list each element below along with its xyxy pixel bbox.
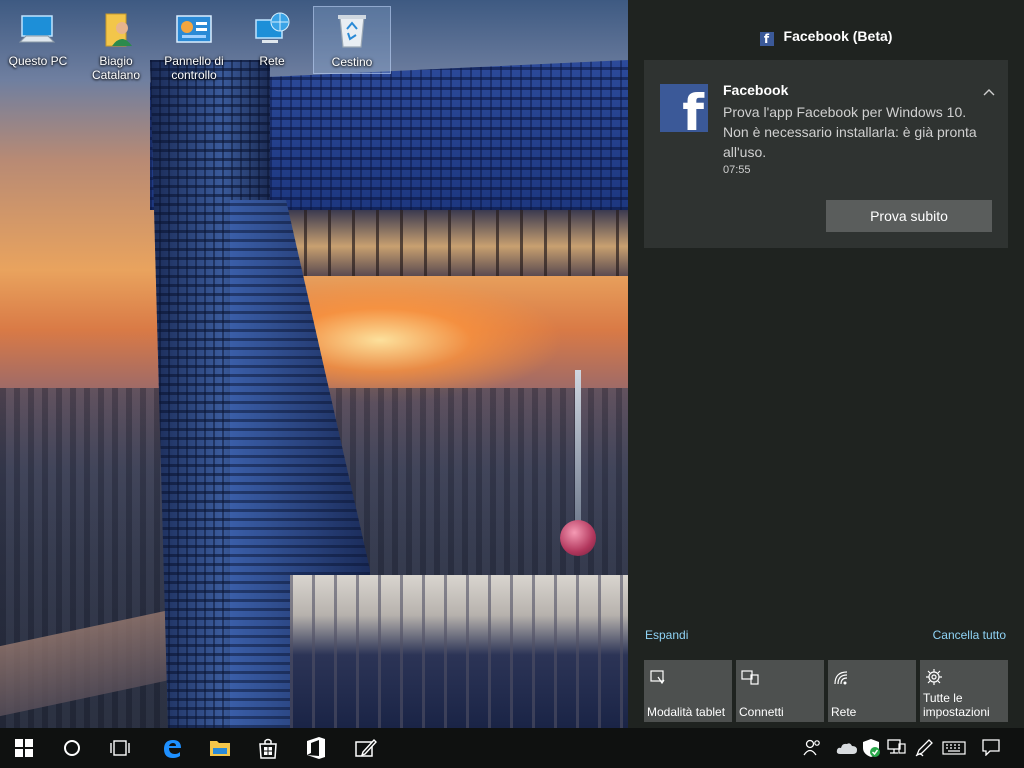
notification-group-title: Facebook (Beta) bbox=[783, 28, 893, 44]
user-folder-icon bbox=[96, 10, 136, 50]
desktop-icon-user-folder[interactable]: Biagio Catalano bbox=[78, 6, 154, 96]
notification-group-header[interactable]: f Facebook (Beta) bbox=[628, 28, 1024, 46]
start-icon bbox=[15, 739, 33, 757]
facebook-notification-card[interactable]: f Facebook Prova l'app Facebook per Wind… bbox=[644, 60, 1008, 248]
people-button[interactable] bbox=[802, 738, 824, 758]
facebook-logo-icon: f bbox=[660, 84, 708, 132]
store-icon bbox=[259, 738, 277, 759]
desktop-wallpaper bbox=[0, 0, 628, 728]
wallpaper-tv-tower bbox=[575, 370, 581, 540]
network-icon bbox=[833, 668, 851, 686]
edge-icon bbox=[164, 740, 181, 758]
chevron-up-icon[interactable] bbox=[982, 86, 996, 100]
network-globe-icon bbox=[252, 10, 292, 50]
network-status-button[interactable] bbox=[886, 738, 908, 758]
store-button[interactable] bbox=[244, 728, 292, 768]
desktop-icon-recycle-bin[interactable]: Cestino bbox=[313, 6, 391, 74]
control-panel-icon bbox=[174, 10, 214, 50]
defender-icon bbox=[863, 739, 880, 757]
wallpaper-tv-tower-sphere bbox=[560, 520, 596, 556]
tablet-mode-icon bbox=[649, 668, 667, 686]
onedrive-icon bbox=[836, 743, 857, 754]
notification-body: Prova l'app Facebook per Windows 10. Non… bbox=[723, 104, 977, 160]
edge-button[interactable] bbox=[148, 728, 196, 768]
quick-action-all-settings[interactable]: Tutte le impostazioni bbox=[920, 660, 1008, 722]
desktop-icon-control-panel[interactable]: Pannello di controllo bbox=[156, 6, 232, 96]
cortana-icon bbox=[64, 740, 80, 756]
keyboard-icon bbox=[942, 741, 966, 755]
desktop-icon-network[interactable]: Rete bbox=[234, 6, 310, 96]
recycle-bin-icon bbox=[332, 11, 372, 51]
windows-ink-button[interactable] bbox=[914, 738, 936, 758]
notification-title: Facebook bbox=[723, 82, 789, 98]
quick-action-label: Connetti bbox=[739, 705, 784, 719]
quick-action-label: Modalità tablet bbox=[647, 705, 726, 719]
task-view-button[interactable] bbox=[96, 728, 144, 768]
office-button[interactable] bbox=[292, 728, 340, 768]
settings-gear-icon bbox=[925, 668, 943, 686]
onedrive-button[interactable] bbox=[836, 738, 858, 758]
quick-action-tablet-mode[interactable]: Modalità tablet bbox=[644, 660, 732, 722]
action-center-icon bbox=[982, 739, 1000, 757]
start-button[interactable] bbox=[0, 728, 48, 768]
network-icon bbox=[887, 739, 906, 754]
office-icon bbox=[307, 737, 325, 759]
notification-time: 07:55 bbox=[723, 164, 751, 176]
pen-icon bbox=[915, 739, 933, 757]
cortana-button[interactable] bbox=[48, 728, 96, 768]
people-icon bbox=[803, 739, 820, 756]
file-explorer-button[interactable] bbox=[196, 728, 244, 768]
windows-defender-button[interactable] bbox=[862, 738, 884, 758]
action-center-button[interactable] bbox=[982, 738, 1004, 758]
quick-action-label: Tutte le impostazioni bbox=[923, 691, 990, 719]
quick-action-network[interactable]: Rete bbox=[828, 660, 916, 722]
touch-keyboard-button[interactable] bbox=[942, 738, 968, 758]
quick-action-label: Rete bbox=[831, 705, 857, 719]
ink-workspace-button[interactable] bbox=[342, 728, 390, 768]
try-now-button[interactable]: Prova subito bbox=[826, 200, 992, 232]
ink-workspace-icon bbox=[355, 738, 377, 757]
quick-action-connect[interactable]: Connetti bbox=[736, 660, 824, 722]
expand-link[interactable]: Espandi bbox=[645, 628, 688, 642]
wallpaper-lower-deck bbox=[290, 575, 628, 728]
action-center-panel: f Facebook (Beta) f Facebook Prova l'app … bbox=[628, 0, 1024, 728]
computer-icon bbox=[18, 10, 58, 50]
taskbar bbox=[0, 728, 1024, 768]
file-explorer-icon bbox=[210, 741, 230, 756]
task-view-icon bbox=[110, 740, 130, 756]
connect-icon bbox=[741, 668, 759, 686]
facebook-icon: f bbox=[759, 32, 774, 46]
desktop-icon-this-pc[interactable]: Questo PC bbox=[0, 6, 76, 96]
clear-all-link[interactable]: Cancella tutto bbox=[933, 628, 1006, 642]
wallpaper-skybridge bbox=[256, 210, 628, 276]
